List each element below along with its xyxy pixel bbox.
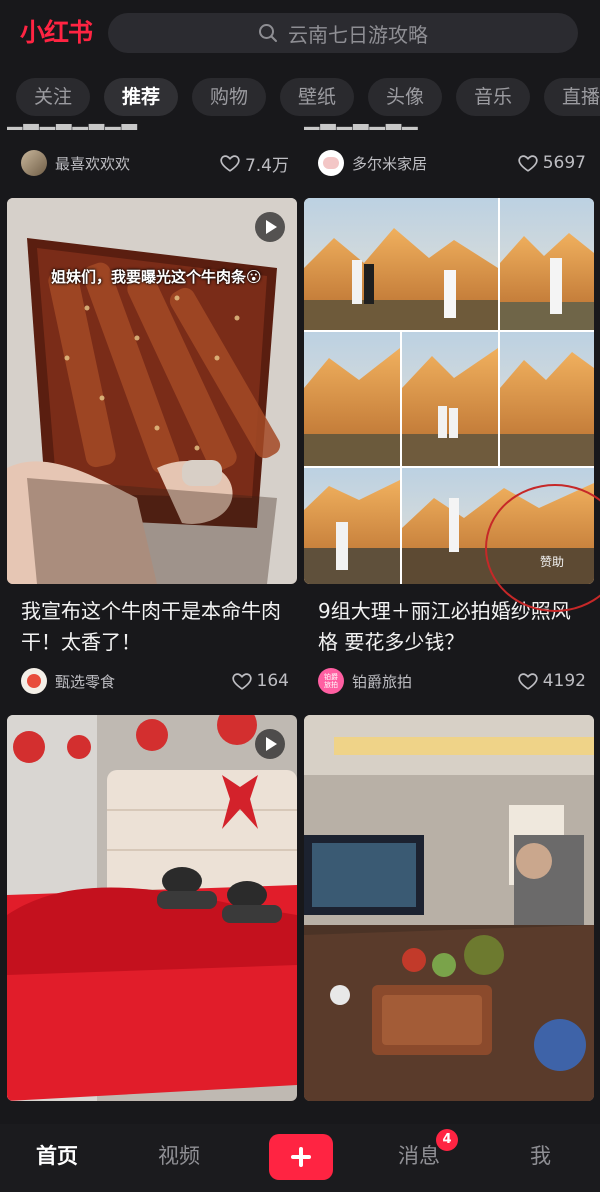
tab-follow[interactable]: 关注 [16,78,90,116]
nav-messages[interactable]: 消息 [398,1140,440,1170]
author-avatar[interactable]: 铂爵旅拍 [318,668,344,694]
heart-icon[interactable] [517,152,539,174]
search-icon [259,24,277,42]
app-logo[interactable]: 小红书 [20,14,96,52]
card-meta[interactable]: 甄选零食 164 [7,666,297,696]
card-meta[interactable]: 最喜欢欢欢 7.4万 [7,148,297,178]
like-count[interactable]: 164 [231,670,289,692]
tab-recommend[interactable]: 推荐 [104,78,178,116]
like-count-value: 5697 [542,153,586,173]
author-avatar[interactable] [21,668,47,694]
card-cover-beef-jerky[interactable]: 姐妹们，我要曝光这个牛肉条😮 [7,198,297,584]
tab-shopping[interactable]: 购物 [192,78,266,116]
partial-card-title: ▁▂▁▂▁▂▁▂ [7,118,139,130]
nav-video[interactable]: 视频 [158,1140,200,1170]
card-meta[interactable]: 多尔米家居 5697 [304,148,594,178]
partial-card-title: ▁▂▁▂▁▂▁ [304,118,419,130]
like-count-value: 4192 [542,671,586,691]
tab-avatar[interactable]: 头像 [368,78,442,116]
like-count-value: 7.4万 [244,155,289,176]
heart-icon[interactable] [517,670,539,692]
tea-table-photo [304,715,594,1101]
card-cover-tea-table[interactable] [304,715,594,1101]
tab-music[interactable]: 音乐 [456,78,530,116]
note-feed[interactable]: ▁▂▁▂▁▂▁▂ 最喜欢欢欢 7.4万 姐妹们，我要曝光这个牛肉条😮 我宣布这个… [0,118,600,1124]
author-name[interactable]: 最喜欢欢欢 [55,153,219,174]
video-play-icon [255,729,285,759]
messages-badge: 4 [436,1129,458,1151]
wedding-bedroom-photo [7,715,297,1101]
like-count[interactable]: 4192 [517,670,586,692]
cover-overlay-text: 姐妹们，我要曝光这个牛肉条😮 [51,268,262,286]
nav-me[interactable]: 我 [530,1140,551,1170]
card-cover-wedding-bedroom[interactable] [7,715,297,1101]
author-name[interactable]: 多尔米家居 [352,153,517,174]
like-count-value: 164 [256,671,289,691]
heart-icon[interactable] [219,152,241,174]
author-name[interactable]: 铂爵旅拍 [352,671,517,692]
author-avatar[interactable] [318,150,344,176]
author-avatar-text: 铂爵旅拍 [324,673,338,689]
tab-wallpaper[interactable]: 壁纸 [280,78,354,116]
bottom-nav: 首页 视频 消息 4 我 [0,1124,600,1192]
search-placeholder: 云南七日游攻略 [288,22,428,47]
channel-tabs: 关注 推荐 购物 壁纸 头像 音乐 直播 [0,78,600,118]
tab-live[interactable]: 直播 [544,78,600,116]
card-meta[interactable]: 铂爵旅拍 铂爵旅拍 4192 [304,666,594,696]
video-play-icon [255,212,285,242]
author-avatar[interactable] [21,150,47,176]
like-count[interactable]: 7.4万 [219,151,289,176]
create-post-button[interactable] [269,1134,333,1180]
search-bar[interactable]: 云南七日游攻略 [108,13,578,53]
author-name[interactable]: 甄选零食 [55,671,231,692]
heart-icon[interactable] [231,670,253,692]
note-title[interactable]: 我宣布这个牛肉干是本命牛肉干！太香了！ [21,596,293,658]
beef-jerky-photo [7,198,297,584]
nav-home[interactable]: 首页 [36,1140,78,1170]
top-bar: 小红书 云南七日游攻略 [0,0,600,66]
like-count[interactable]: 5697 [517,152,586,174]
